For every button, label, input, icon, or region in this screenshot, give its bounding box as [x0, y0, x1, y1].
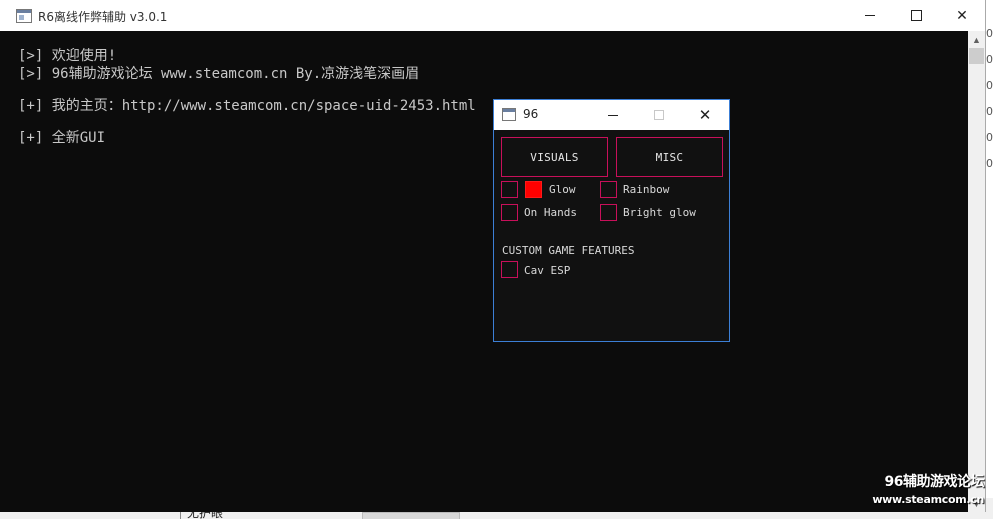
- close-icon: ✕: [698, 106, 712, 124]
- console-line: [>] 96辅助游戏论坛 www.steamcom.cn By.凉游浅笔深画眉: [18, 66, 420, 82]
- on-hands-label: On Hands: [524, 206, 577, 219]
- console-window-title: R6离线作弊辅助 v3.0.1: [38, 10, 168, 24]
- cav-esp-label: Cav ESP: [524, 264, 571, 277]
- minimize-button[interactable]: [847, 0, 893, 31]
- console-titlebar[interactable]: R6离线作弊辅助 v3.0.1 ✕: [0, 0, 985, 31]
- watermark-url: www.steamcom.cn: [872, 493, 984, 506]
- tab-visuals[interactable]: VISUALS: [501, 137, 608, 177]
- maximize-icon: [910, 10, 922, 21]
- glow-label: Glow: [549, 183, 576, 196]
- tab-misc[interactable]: MISC: [616, 137, 723, 177]
- watermark: 96辅助游戏论坛 www.steamcom.cn: [870, 471, 984, 506]
- desktop: 0 0 0 0 0 0 无护眼 R6离线作弊辅助 v3.0.1 ✕ [>] 欢迎…: [0, 0, 993, 519]
- background-app-edge: 0 0 0 0 0 0: [985, 0, 993, 519]
- minimize-icon: [865, 15, 875, 16]
- maximize-button[interactable]: [893, 0, 939, 31]
- maximize-icon: [654, 110, 664, 120]
- background-digit: 0: [986, 79, 993, 92]
- gui-titlebar[interactable]: 96 ✕: [494, 100, 729, 130]
- on-hands-checkbox[interactable]: [501, 204, 518, 221]
- console-line: [+] 全新GUI: [18, 130, 106, 146]
- gui-close-button[interactable]: ✕: [682, 100, 728, 130]
- console-line: [>] 欢迎使用!: [18, 48, 117, 64]
- gui-app-icon: [502, 108, 516, 121]
- gui-body: VISUALS MISC Glow Rainbow On Hands Brigh…: [494, 130, 729, 341]
- rainbow-checkbox[interactable]: [600, 181, 617, 198]
- console-scrollbar[interactable]: ▲ ▼: [968, 31, 985, 512]
- console-app-icon: [16, 9, 32, 23]
- cheat-gui-window: 96 ✕ VISUALS MISC Glow Rainbow On Hands …: [493, 99, 730, 342]
- background-digit: 0: [986, 105, 993, 118]
- glow-toggle-checkbox[interactable]: [501, 181, 518, 198]
- section-title: CUSTOM GAME FEATURES: [502, 244, 635, 257]
- console-line: [+] 我的主页：http://www.steamcom.cn/space-ui…: [18, 98, 476, 114]
- background-app-scrollbar[interactable]: [362, 512, 460, 519]
- background-digit: 0: [986, 131, 993, 144]
- cav-esp-checkbox[interactable]: [501, 261, 518, 278]
- gui-window-title: 96: [523, 107, 539, 121]
- background-digit: 0: [986, 157, 993, 170]
- gui-minimize-button[interactable]: [590, 100, 636, 130]
- scroll-thumb[interactable]: [969, 48, 984, 64]
- close-icon: ✕: [956, 7, 968, 24]
- background-digit: 0: [986, 27, 993, 40]
- glow-color-swatch[interactable]: [525, 181, 542, 198]
- close-button[interactable]: ✕: [939, 0, 985, 31]
- gui-maximize-button: [636, 100, 682, 130]
- watermark-title: 96辅助游戏论坛: [884, 474, 985, 490]
- bright-glow-label: Bright glow: [623, 206, 696, 219]
- minimize-icon: [608, 114, 618, 116]
- scroll-up-arrow-icon[interactable]: ▲: [968, 31, 985, 48]
- rainbow-label: Rainbow: [623, 183, 670, 196]
- bright-glow-checkbox[interactable]: [600, 204, 617, 221]
- background-digit: 0: [986, 53, 993, 66]
- console-output[interactable]: [>] 欢迎使用! [>] 96辅助游戏论坛 www.steamcom.cn B…: [0, 31, 968, 512]
